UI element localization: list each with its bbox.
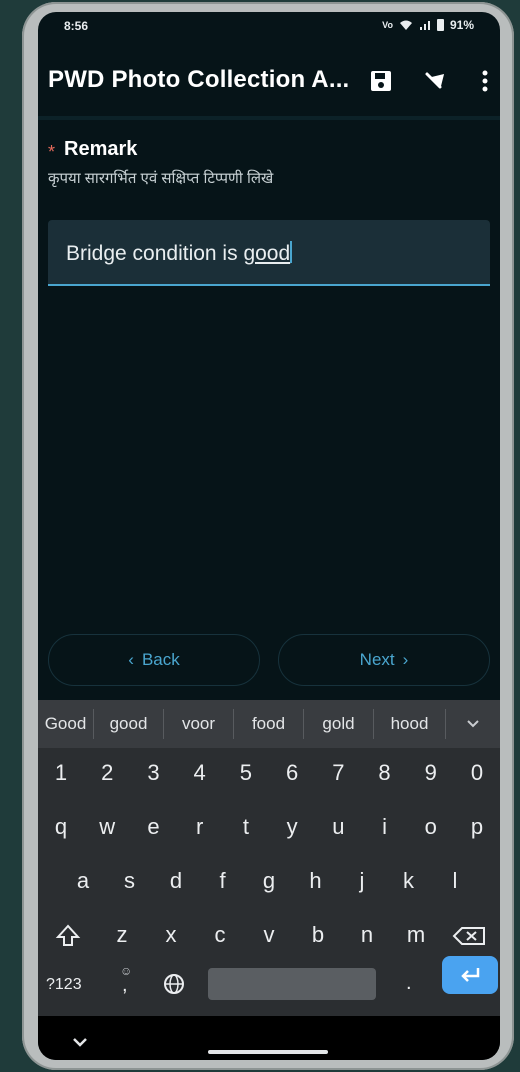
soft-keyboard: Good good voor food gold hood 1 2 3 4 5 … — [38, 700, 500, 1016]
field-hint: कृपया सारगर्भित एवं सक्षिप्त टिप्पणी लिख… — [48, 170, 274, 187]
shift-icon[interactable] — [46, 922, 90, 950]
hide-keyboard-icon[interactable] — [70, 1034, 90, 1050]
key[interactable]: i — [370, 814, 400, 840]
back-button-label: Back — [141, 650, 180, 669]
back-button[interactable]: ‹ Back — [48, 634, 260, 686]
key[interactable]: x — [154, 922, 188, 950]
key[interactable]: 5 — [231, 760, 261, 786]
suggestion-item[interactable]: good — [94, 709, 164, 739]
app-title: PWD Photo Collection A... — [48, 66, 350, 93]
key[interactable]: 3 — [138, 760, 168, 786]
key[interactable]: u — [323, 814, 353, 840]
enter-key[interactable] — [442, 956, 498, 994]
remark-input-value[interactable]: Bridge condition is good — [66, 241, 293, 266]
key[interactable]: g — [254, 868, 284, 894]
key[interactable]: d — [161, 868, 191, 894]
more-vert-icon[interactable] — [468, 64, 500, 98]
key[interactable]: 2 — [92, 760, 122, 786]
key[interactable]: f — [208, 868, 238, 894]
pin-icon[interactable] — [418, 64, 452, 98]
key[interactable]: k — [394, 868, 424, 894]
space-key[interactable] — [208, 968, 376, 1000]
letter-row-2: a s d f g h j k l — [38, 868, 500, 894]
status-bar: 8:56 Vo 91% — [38, 12, 500, 42]
key[interactable]: 1 — [46, 760, 76, 786]
status-icons: Vo 91% — [382, 18, 474, 32]
chevron-down-icon[interactable] — [446, 714, 500, 734]
battery-percent: 91% — [449, 18, 474, 32]
key[interactable]: z — [105, 922, 139, 950]
text-caret — [290, 241, 293, 263]
key[interactable]: q — [46, 814, 76, 840]
suggestion-item[interactable]: gold — [304, 709, 374, 739]
wifi-icon — [399, 20, 412, 30]
volte-icon: Vo — [382, 20, 393, 30]
save-icon[interactable] — [364, 64, 398, 98]
home-indicator[interactable] — [208, 1050, 328, 1054]
key[interactable]: y — [277, 814, 307, 840]
letter-row-1: q w e r t y u i o p — [38, 814, 500, 840]
key[interactable]: j — [347, 868, 377, 894]
remark-input[interactable]: Bridge condition is good — [48, 220, 490, 286]
key[interactable]: w — [92, 814, 122, 840]
key[interactable]: 8 — [370, 760, 400, 786]
next-button[interactable]: Next › — [278, 634, 490, 686]
key[interactable]: h — [301, 868, 331, 894]
suggestion-item[interactable]: voor — [164, 709, 234, 739]
symbols-key[interactable]: ?123 — [46, 976, 82, 994]
key[interactable]: r — [185, 814, 215, 840]
key[interactable]: e — [138, 814, 168, 840]
key[interactable]: 4 — [185, 760, 215, 786]
chevron-right-icon: › — [402, 650, 409, 669]
key[interactable]: c — [203, 922, 237, 950]
phone-screen: 8:56 Vo 91% PWD Photo Collection A... * … — [38, 12, 500, 1060]
key[interactable]: n — [350, 922, 384, 950]
key[interactable]: s — [115, 868, 145, 894]
status-time: 8:56 — [64, 19, 89, 33]
period-key[interactable]: . — [406, 972, 412, 995]
key[interactable]: 7 — [323, 760, 353, 786]
comma-key[interactable]: , — [122, 974, 128, 997]
suggestion-item[interactable]: hood — [374, 709, 446, 739]
app-bar: PWD Photo Collection A... — [38, 42, 500, 120]
key[interactable]: p — [462, 814, 492, 840]
system-nav-bar — [38, 1016, 500, 1060]
next-button-label: Next — [359, 650, 395, 669]
key[interactable]: m — [399, 922, 433, 950]
suggestion-item[interactable]: Good — [38, 709, 94, 739]
enter-icon — [461, 968, 480, 982]
battery-icon — [436, 19, 444, 31]
key[interactable]: v — [252, 922, 286, 950]
backspace-icon[interactable] — [448, 922, 492, 950]
letter-row-3: z x c v b n m — [38, 922, 500, 950]
globe-icon[interactable] — [162, 972, 186, 996]
chevron-left-icon: ‹ — [128, 650, 134, 669]
key[interactable]: o — [416, 814, 446, 840]
composing-word: good — [243, 242, 291, 265]
key[interactable]: 6 — [277, 760, 307, 786]
signal-icon — [419, 21, 430, 30]
key[interactable]: b — [301, 922, 335, 950]
key[interactable]: l — [440, 868, 470, 894]
number-row: 1 2 3 4 5 6 7 8 9 0 — [38, 760, 500, 786]
key[interactable]: t — [231, 814, 261, 840]
suggestion-item[interactable]: food — [234, 709, 304, 739]
suggestion-strip: Good good voor food gold hood — [38, 700, 500, 748]
field-label: Remark — [64, 138, 138, 160]
key[interactable]: 0 — [462, 760, 492, 786]
key[interactable]: 9 — [416, 760, 446, 786]
required-mark: * — [48, 142, 56, 162]
key[interactable]: a — [68, 868, 98, 894]
